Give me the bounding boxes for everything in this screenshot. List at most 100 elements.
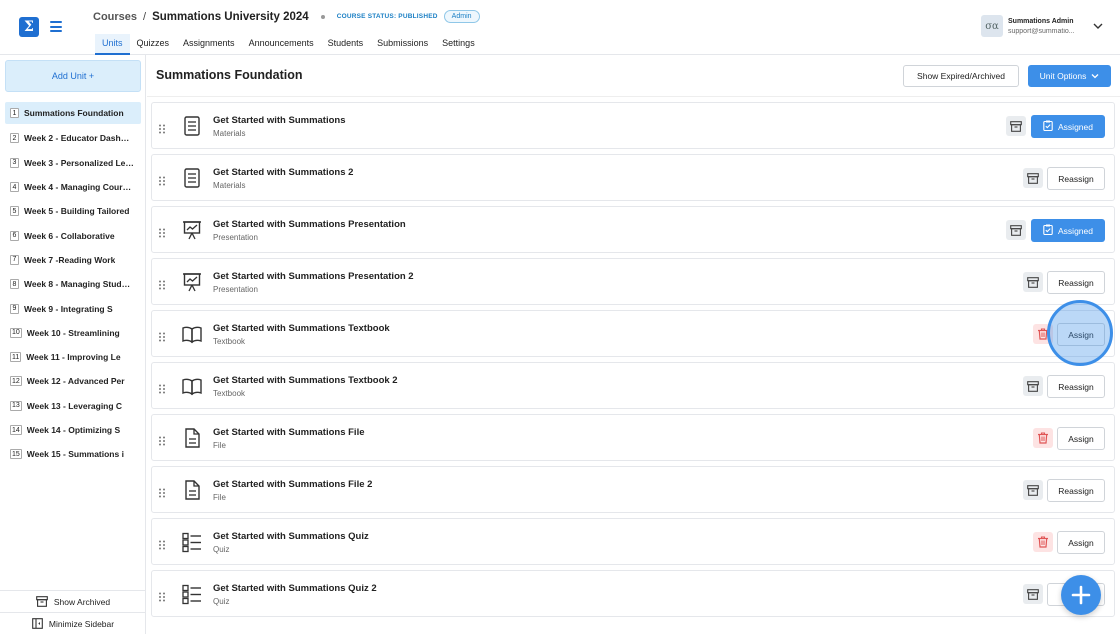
reassign-button[interactable]: Reassign [1047,479,1105,502]
item-title[interactable]: Get Started with Summations Presentation [213,219,406,230]
sidebar-unit-item[interactable]: 3 Week 3 - Personalized Learning [5,151,141,175]
drag-handle-icon[interactable] [158,173,166,186]
tab-units[interactable]: Units [95,34,130,55]
item-title[interactable]: Get Started with Summations 2 [213,167,353,178]
unit-options-button[interactable]: Unit Options [1028,65,1111,87]
clipboard-check-icon [1043,120,1058,133]
assigned-button[interactable]: Assigned [1031,219,1105,242]
unit-item-row[interactable]: Get Started with Summations Presentation… [151,206,1115,253]
unit-item-row[interactable]: Get Started with Summations Quiz Quiz Assi… [151,518,1115,565]
unit-name: Week 14 - Optimizing S [26,425,121,435]
unit-number: 6 [10,230,19,241]
top-header: Σ Courses / Summations University 2024 C… [0,0,1120,55]
drag-handle-icon[interactable] [158,121,166,134]
tab-submissions[interactable]: Submissions [370,34,435,55]
breadcrumb-courses-link[interactable]: Courses [93,11,137,23]
sidebar-unit-item[interactable]: 9 Week 9 - Integrating S [5,296,141,320]
drag-handle-icon[interactable] [158,329,166,342]
sidebar-unit-item[interactable]: 10 Week 10 - Streamlining [5,321,141,345]
sidebar-unit-item[interactable]: 6 Week 6 - Collaborative [5,223,141,247]
delete-button[interactable] [1033,428,1053,448]
drag-handle-icon[interactable] [158,485,166,498]
unit-item-row[interactable]: Get Started with Summations File File Assi… [151,414,1115,461]
sidebar-unit-item[interactable]: 5 Week 5 - Building Tailored [5,199,141,223]
summations-logo[interactable]: Σ [19,17,39,37]
item-title[interactable]: Get Started with Summations File [213,427,365,438]
drag-handle-icon[interactable] [158,589,166,602]
tab-assignments[interactable]: Assignments [176,34,242,55]
tab-quizzes[interactable]: Quizzes [130,34,177,55]
delete-button[interactable] [1033,532,1053,552]
assign-button[interactable]: Assign [1057,323,1105,346]
chevron-down-icon [1093,23,1103,29]
archive-button[interactable] [1023,168,1043,188]
show-expired-archived-button[interactable]: Show Expired/Archived [903,65,1019,87]
archive-icon [1027,276,1039,288]
add-item-fab[interactable] [1061,575,1101,615]
archive-button[interactable] [1023,376,1043,396]
item-title[interactable]: Get Started with Summations Textbook [213,323,390,334]
user-menu[interactable]: σα Summations Admin support@summatio... [981,15,1103,37]
unit-item-row[interactable]: Get Started with Summations File 2 File Re… [151,466,1115,513]
sidebar-unit-item[interactable]: 15 Week 15 - Summations i [5,442,141,466]
item-type: Presentation [213,285,258,294]
drag-handle-icon[interactable] [158,433,166,446]
delete-button[interactable] [1033,324,1053,344]
archive-button[interactable] [1006,220,1026,240]
drag-handle-icon[interactable] [158,537,166,550]
reassign-button[interactable]: Reassign [1047,271,1105,294]
item-title[interactable]: Get Started with Summations Textbook 2 [213,375,398,386]
archive-button[interactable] [1023,480,1043,500]
unit-item-row[interactable]: Get Started with Summations Textbook Text… [151,310,1115,357]
item-title[interactable]: Get Started with Summations Quiz 2 [213,583,377,594]
item-type: Materials [213,181,246,190]
sidebar-unit-item[interactable]: 14 Week 14 - Optimizing S [5,418,141,442]
show-archived-button[interactable]: Show Archived [0,590,146,612]
drag-handle-icon[interactable] [158,277,166,290]
unit-name: Week 7 -Reading Work [24,254,116,265]
archive-button[interactable] [1023,584,1043,604]
sidebar-unit-item[interactable]: 7 Week 7 -Reading Work [5,248,141,272]
tab-students[interactable]: Students [321,34,371,55]
sidebar-unit-item[interactable]: 2 Week 2 - Educator Dashboard [5,126,141,150]
sidebar-unit-item[interactable]: 1 Summations Foundation [5,102,141,124]
assigned-button[interactable]: Assigned [1031,115,1105,138]
assign-button[interactable]: Assign [1057,427,1105,450]
sidebar-unit-item[interactable]: 4 Week 4 - Managing Courses [5,175,141,199]
item-title[interactable]: Get Started with Summations [213,115,346,126]
unit-item-row[interactable]: Get Started with Summations Presentation… [151,258,1115,305]
quiz-icon [181,583,203,605]
drag-handle-icon[interactable] [158,225,166,238]
assign-button[interactable]: Assign [1057,531,1105,554]
sidebar-unit-item[interactable]: 13 Week 13 - Leveraging C [5,394,141,418]
reassign-button[interactable]: Reassign [1047,375,1105,398]
sidebar-unit-item[interactable]: 11 Week 11 - Improving Le [5,345,141,369]
item-title[interactable]: Get Started with Summations Presentation… [213,271,414,282]
unit-number: 2 [10,133,19,144]
archive-button[interactable] [1006,116,1026,136]
item-title[interactable]: Get Started with Summations Quiz [213,531,369,542]
sidebar-unit-item[interactable]: 8 Week 8 - Managing Students [5,272,141,296]
tab-settings[interactable]: Settings [435,34,482,55]
unit-item-row[interactable]: Get Started with Summations Quiz 2QuizR [151,570,1115,617]
unit-item-row[interactable]: Get Started with Summations Materials Assi… [151,102,1115,149]
item-type: Quiz [213,597,230,606]
unit-item-row[interactable]: Get Started with Summations Textbook 2 Te… [151,362,1115,409]
unit-name: Week 4 - Managing Courses [24,182,134,193]
minimize-sidebar-button[interactable]: Minimize Sidebar [0,612,146,634]
menu-icon[interactable] [50,21,62,32]
drag-handle-icon[interactable] [158,381,166,394]
item-title[interactable]: Get Started with Summations File 2 [213,479,372,490]
unit-name: Week 10 - Streamlining [26,327,120,338]
archive-icon [1010,120,1022,132]
unit-item-row[interactable]: Get Started with Summations 2 Materials Re… [151,154,1115,201]
unit-items-list: Get Started with Summations Materials Assi… [151,102,1115,622]
archive-button[interactable] [1023,272,1043,292]
book-icon [181,375,203,397]
tab-announcements[interactable]: Announcements [242,34,321,55]
reassign-button[interactable]: Reassign [1047,167,1105,190]
sidebar-unit-item[interactable]: 12 Week 12 - Advanced Per [5,369,141,393]
item-type: Presentation [213,233,258,242]
add-unit-button[interactable]: Add Unit + [5,60,141,92]
course-tabs: Units Quizzes Assignments Announcements Stud… [95,34,482,55]
